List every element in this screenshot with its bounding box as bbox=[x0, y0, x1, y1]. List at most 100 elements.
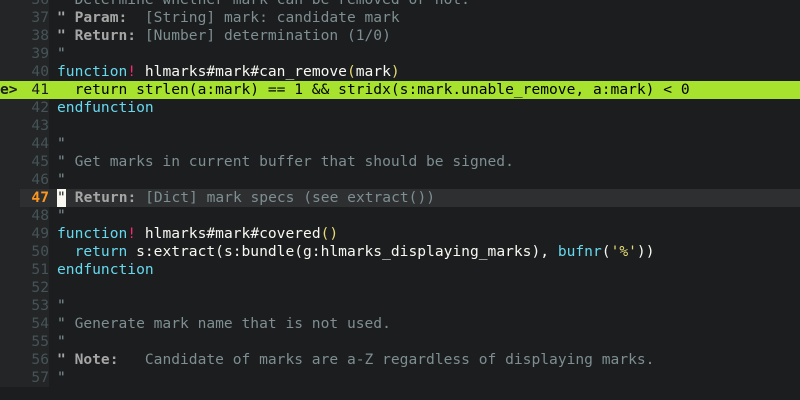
code-line[interactable]: 38 " Return: [Number] determination (1/0… bbox=[0, 27, 800, 45]
sign-column bbox=[0, 279, 20, 297]
line-number: 52 bbox=[20, 279, 49, 297]
line-number: 39 bbox=[20, 45, 49, 63]
code-line[interactable]: 40 function! hlmarks#mark#can_remove(mar… bbox=[0, 63, 800, 81]
comment-text: Candidate of marks are a-Z regardless of… bbox=[118, 351, 655, 368]
function-name: hlmarks#mark#covered bbox=[136, 225, 321, 242]
code-line[interactable]: 50 return s:extract(s:bundle(g:hlmarks_d… bbox=[0, 243, 800, 261]
sign-column bbox=[0, 45, 20, 63]
paren: ( bbox=[346, 63, 356, 80]
sign-column bbox=[0, 171, 20, 189]
argument: mark bbox=[355, 63, 391, 80]
comment-text: [Number] determination (1/0) bbox=[136, 27, 391, 44]
code-line[interactable]: 48 " bbox=[0, 207, 800, 225]
line-number: 45 bbox=[20, 153, 49, 171]
current-line[interactable]: 47 " Return: [Dict] mark specs (see extr… bbox=[0, 189, 800, 207]
line-number: 43 bbox=[20, 117, 49, 135]
line-number: 47 bbox=[20, 189, 49, 207]
function-name: hlmarks#mark#can_remove bbox=[136, 63, 347, 80]
paren: ( bbox=[601, 243, 611, 260]
sign-column bbox=[0, 189, 20, 207]
code-line[interactable]: 39 " bbox=[0, 45, 800, 63]
bang: ! bbox=[127, 63, 137, 80]
comment-text: " Generate mark name that is not used. bbox=[57, 315, 391, 332]
comment-text: " bbox=[57, 333, 66, 350]
code-line[interactable]: 57 " bbox=[0, 369, 800, 387]
comment-text: " Get marks in current buffer that shoul… bbox=[57, 153, 514, 170]
paren: ) bbox=[329, 225, 339, 242]
vim-editor[interactable]: 36 " Determine whether mark can be remov… bbox=[0, 0, 800, 400]
code-line[interactable]: 51 endfunction bbox=[0, 261, 800, 279]
line-number: 41 bbox=[20, 81, 49, 99]
sign-column bbox=[0, 297, 20, 315]
line-number: 55 bbox=[20, 333, 49, 351]
keyword: endfunction bbox=[57, 261, 154, 278]
paren: )) bbox=[636, 243, 655, 260]
sign-column bbox=[0, 261, 20, 279]
code-line[interactable]: 56 " Note: Candidate of marks are a-Z re… bbox=[0, 351, 800, 369]
code-line[interactable]: 36 " Determine whether mark can be remov… bbox=[0, 0, 800, 9]
comment-text: " bbox=[57, 207, 66, 224]
keyword: return bbox=[57, 243, 128, 260]
sign-column bbox=[0, 135, 20, 153]
line-number: 46 bbox=[20, 171, 49, 189]
comment-text: " bbox=[57, 45, 66, 62]
comment-tag: " Param: bbox=[57, 9, 128, 26]
sign-column bbox=[0, 225, 20, 243]
comment-text: [String] mark: candidate mark bbox=[127, 9, 400, 26]
sign-column bbox=[0, 0, 20, 9]
sign-column bbox=[0, 207, 20, 225]
line-number: 42 bbox=[20, 99, 49, 117]
code-text: return strlen(a:mark) == 1 && stridx(s:m… bbox=[57, 81, 690, 98]
line-number: 53 bbox=[20, 297, 49, 315]
sign-column bbox=[0, 99, 20, 117]
builtin-function: bufnr bbox=[557, 243, 602, 260]
line-number: 57 bbox=[20, 369, 49, 387]
code-line[interactable]: 37 " Param: [String] mark: candidate mar… bbox=[0, 9, 800, 27]
comment-text: " bbox=[57, 135, 66, 152]
bang: ! bbox=[127, 225, 137, 242]
sign-column bbox=[0, 9, 20, 27]
code-line[interactable]: 43 bbox=[0, 117, 800, 135]
sign-column bbox=[0, 333, 20, 351]
line-number: 54 bbox=[20, 315, 49, 333]
code-text: s:extract(s:bundle(g:hlmarks_displaying_… bbox=[127, 243, 558, 260]
code-line-signed[interactable]: e> 41 return strlen(a:mark) == 1 && stri… bbox=[0, 81, 800, 99]
comment-tag: " Note: bbox=[57, 351, 119, 368]
code-line[interactable]: 49 function! hlmarks#mark#covered() bbox=[0, 225, 800, 243]
sign-column bbox=[0, 117, 20, 135]
sign-column bbox=[0, 27, 20, 45]
comment-tag: Return: bbox=[66, 189, 137, 206]
sign-column bbox=[0, 63, 20, 81]
sign-column bbox=[0, 243, 20, 261]
comment-text: " Determine whether mark can be removed … bbox=[57, 0, 800, 9]
code-line[interactable]: 45 " Get marks in current buffer that sh… bbox=[0, 153, 800, 171]
line-number: 50 bbox=[20, 243, 49, 261]
comment-text: " bbox=[57, 171, 66, 188]
keyword: function bbox=[57, 63, 128, 80]
line-number: 40 bbox=[20, 63, 49, 81]
keyword: endfunction bbox=[57, 99, 154, 116]
line-number: 37 bbox=[20, 9, 49, 27]
sign-column bbox=[0, 153, 20, 171]
code-line[interactable]: 46 " bbox=[0, 171, 800, 189]
string-literal: '%' bbox=[610, 243, 637, 260]
code-line[interactable]: 54 " Generate mark name that is not used… bbox=[0, 315, 800, 333]
paren: ) bbox=[390, 63, 400, 80]
code-line[interactable]: 53 " bbox=[0, 297, 800, 315]
line-number: 49 bbox=[20, 225, 49, 243]
comment-text: " bbox=[57, 297, 66, 314]
line-number: 36 bbox=[20, 0, 49, 9]
code-line[interactable]: 44 " bbox=[0, 135, 800, 153]
line-number: 56 bbox=[20, 351, 49, 369]
comment-text: " bbox=[57, 369, 66, 386]
code-line[interactable]: 52 bbox=[0, 279, 800, 297]
buffer-lines: 36 " Determine whether mark can be remov… bbox=[0, 0, 800, 387]
text-cursor: " bbox=[57, 189, 66, 207]
sign-column bbox=[0, 351, 20, 369]
comment-text: [Dict] mark specs (see extract()) bbox=[136, 189, 436, 206]
code-line[interactable]: 42 endfunction bbox=[0, 99, 800, 117]
sign-column bbox=[0, 315, 20, 333]
code-line[interactable]: 55 " bbox=[0, 333, 800, 351]
